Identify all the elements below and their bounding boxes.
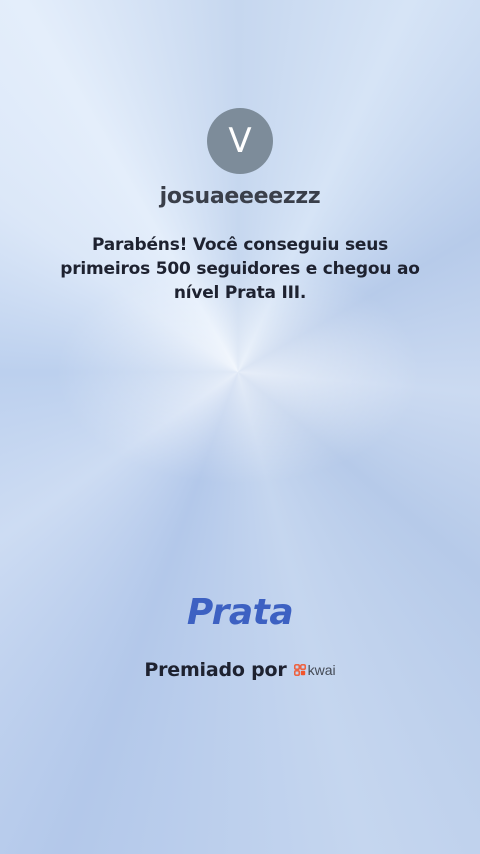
kwai-logo-icon [293,664,306,676]
avatar-letter: V [228,121,252,161]
achievement-message: Parabéns! Você conseguiu seus primeiros … [60,235,420,303]
achievement-screen: V josuaeeeezzz Parabéns! Você conseguiu … [0,0,480,854]
tier-title: Prata [186,592,294,633]
brand-logo: kwai [293,662,336,678]
username: josuaeeeezzz [159,184,321,209]
brand-name: kwai [307,662,336,678]
awarded-by-label: Premiado por [144,659,287,681]
avatar[interactable]: V [207,108,273,174]
awarded-by: Premiado por kwai [0,659,480,681]
